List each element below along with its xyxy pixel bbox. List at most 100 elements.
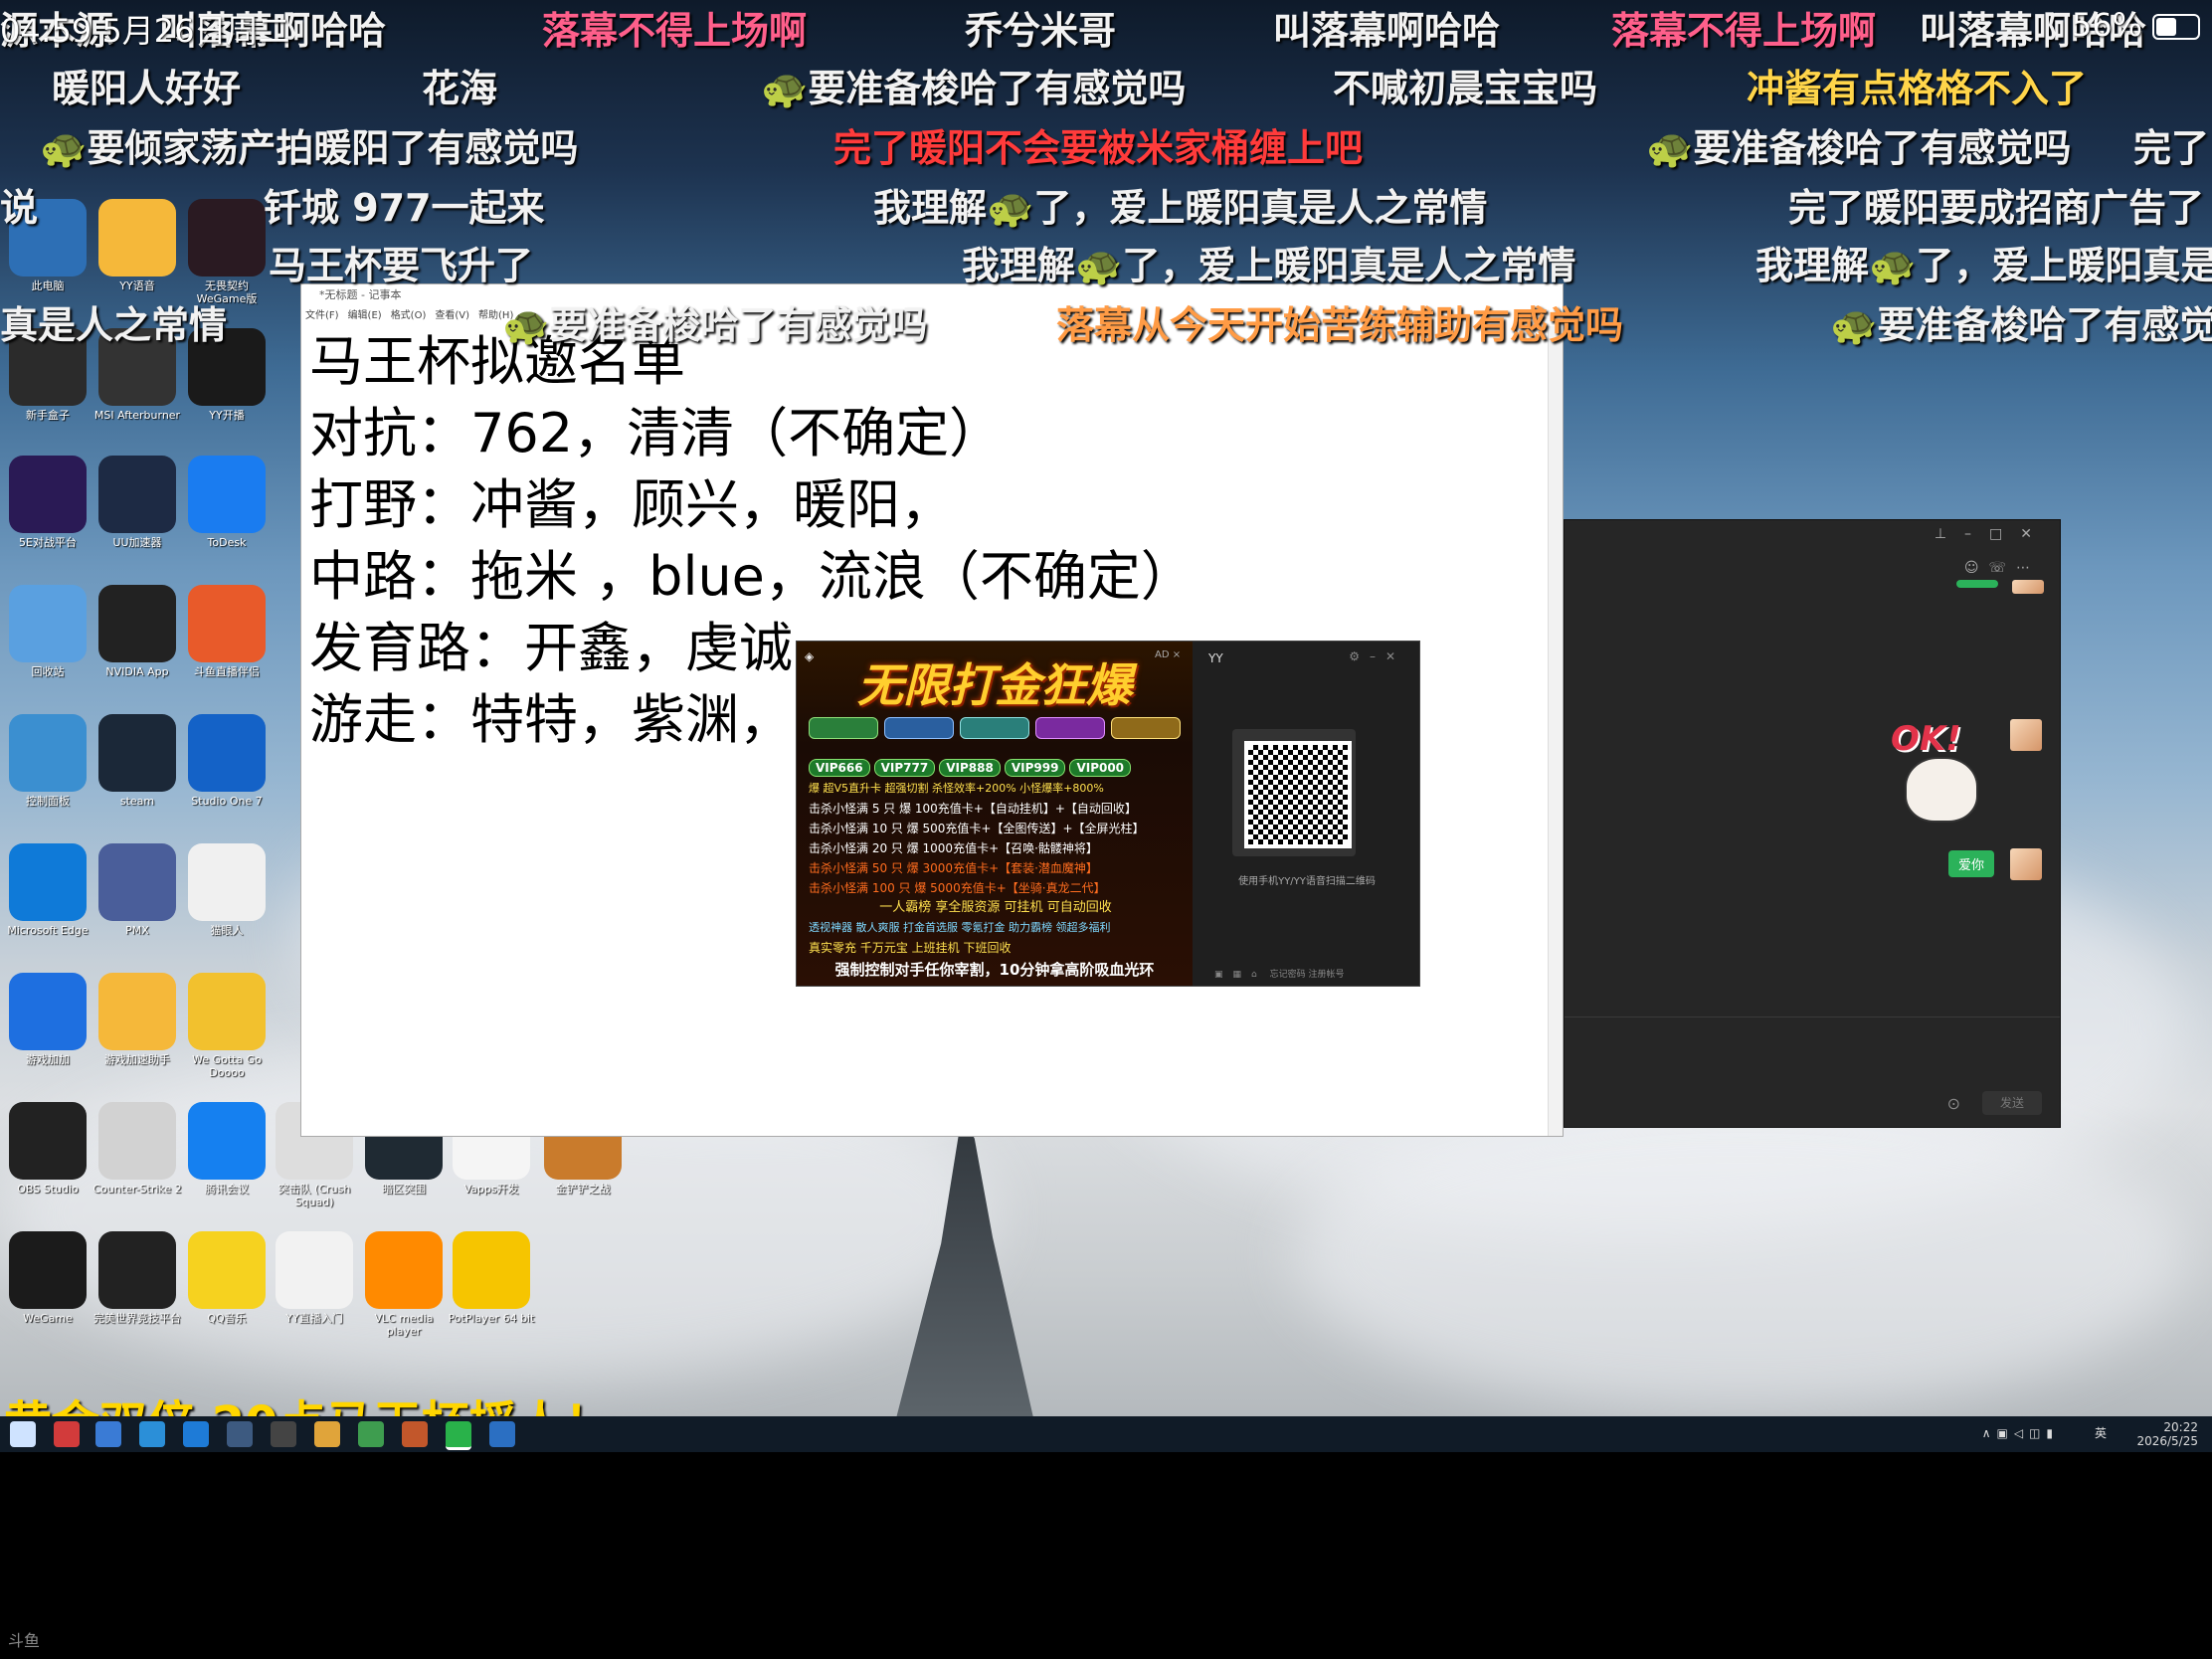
desktop-icon[interactable]: ToDesk xyxy=(181,456,273,562)
desktop-icon[interactable]: 新手盒子 xyxy=(2,328,93,435)
notepad-titlebar[interactable]: *无标题 - 记事本 xyxy=(301,284,1563,306)
chat-toolbar-icons[interactable]: ☺☏⋯ xyxy=(1964,560,2040,576)
taskbar-app-icon[interactable] xyxy=(271,1421,296,1447)
taskbar-app-icon[interactable] xyxy=(183,1421,209,1447)
notepad-scrollbar[interactable] xyxy=(1548,326,1563,1136)
ad-row: 击杀小怪满 100 只 爆 5000充值卡+【坐骑·真龙二代】 xyxy=(809,881,1106,895)
tray-date[interactable]: 2026/5/25 xyxy=(2136,1434,2198,1448)
yy-footer-text[interactable]: 忘记密码 注册帐号 xyxy=(1270,970,1345,980)
battery-percent: 56% xyxy=(2071,6,2142,44)
desktop-icon[interactable]: steam xyxy=(92,714,183,821)
app-icon xyxy=(365,1231,443,1309)
tray-icons[interactable]: ∧▣◁◫▮ xyxy=(1982,1426,2059,1440)
yy-window-controls[interactable]: ⚙–✕ xyxy=(1349,649,1405,663)
vip-tag: VIP666 xyxy=(809,759,870,777)
desktop-icon[interactable]: Studio One 7 xyxy=(181,714,273,821)
desktop-icon[interactable]: OBS Studio xyxy=(2,1102,93,1208)
notepad-menubar[interactable]: 文件(F) 编辑(E) 格式(O) 查看(V) 帮助(H) xyxy=(301,306,1563,326)
app-icon xyxy=(453,1231,530,1309)
chat-input-area[interactable]: ⊙ 发送 xyxy=(1565,1016,2060,1127)
desktop-icon-label: YY直播入门 xyxy=(285,1312,343,1325)
notepad-line: 马王杯拟邀名单 xyxy=(309,330,685,393)
desktop-icon[interactable]: 5E对战平台 xyxy=(2,456,93,562)
menu-view[interactable]: 查看(V) xyxy=(435,310,469,321)
taskbar-app-icon[interactable] xyxy=(95,1421,121,1447)
notepad-line: 打野：冲酱，顾兴，暖阳， xyxy=(309,473,954,536)
menu-edit[interactable]: 编辑(E) xyxy=(348,310,382,321)
desktop-icon-label: 新手盒子 xyxy=(26,409,70,422)
yy-footer-links[interactable]: ▣▦⌂ 忘记密码 注册帐号 xyxy=(1214,967,1344,980)
desktop-icon[interactable]: 完美世界竞技平台 xyxy=(92,1231,183,1338)
desktop-icon[interactable]: YY直播入门 xyxy=(269,1231,360,1338)
desktop-icon[interactable]: UU加速器 xyxy=(92,456,183,562)
desktop-icon-label: We Gotta Go Doooo xyxy=(192,1053,262,1079)
desktop-icon[interactable]: 猫眼人 xyxy=(181,843,273,950)
taskbar-app-icon[interactable] xyxy=(54,1421,80,1447)
taskbar-app-icon[interactable] xyxy=(139,1421,165,1447)
desktop-icon[interactable]: Microsoft Edge xyxy=(2,843,93,950)
desktop-icon-label: YY语音 xyxy=(119,279,155,292)
desktop-icon-label: 控制面板 xyxy=(26,795,70,808)
desktop-icon[interactable]: 斗鱼直播伴侣 xyxy=(181,585,273,691)
notepad-line: 对抗：762，清清（不确定） xyxy=(309,402,1004,464)
desktop-icon[interactable]: PotPlayer 64 bit xyxy=(446,1231,537,1338)
desktop-icon-label: 突击队 (Crush Squad) xyxy=(277,1183,351,1208)
app-icon xyxy=(98,843,176,921)
desktop-icon[interactable]: 回收站 xyxy=(2,585,93,691)
desktop-icon[interactable]: NVIDIA App xyxy=(92,585,183,691)
desktop-icon-label: 此电脑 xyxy=(31,279,65,292)
app-icon xyxy=(188,199,266,276)
desktop-icon-label: 游戏加加 xyxy=(26,1053,70,1066)
desktop-icon[interactable]: VLC media player xyxy=(358,1231,450,1338)
desktop-icon-label: NVIDIA App xyxy=(105,665,169,678)
desktop-icon[interactable]: QQ音乐 xyxy=(181,1231,273,1338)
desktop-icon-label: PMX xyxy=(125,924,149,937)
taskbar-app-icon[interactable] xyxy=(227,1421,253,1447)
start-icon[interactable] xyxy=(10,1421,36,1447)
desktop-icon[interactable]: 此电脑 xyxy=(2,199,93,305)
taskbar-app-icon[interactable] xyxy=(358,1421,384,1447)
taskbar-app-icon[interactable] xyxy=(446,1421,471,1450)
menu-file[interactable]: 文件(F) xyxy=(305,310,339,321)
desktop-icon-label: 暗区突围 xyxy=(382,1183,426,1196)
emoji-icon[interactable]: ⊙ xyxy=(1947,1094,1960,1113)
desktop-icon[interactable]: Counter-Strike 2 xyxy=(92,1102,183,1208)
menu-help[interactable]: 帮助(H) xyxy=(478,310,513,321)
desktop-icon[interactable]: 无畏契约 WeGame版 xyxy=(181,199,273,305)
menu-format[interactable]: 格式(O) xyxy=(391,310,427,321)
desktop-icon[interactable]: PMX xyxy=(92,843,183,950)
desktop-icon[interactable]: YY语音 xyxy=(92,199,183,305)
desktop-icon[interactable]: 控制面板 xyxy=(2,714,93,821)
desktop-icon-label: 猫眼人 xyxy=(210,924,244,937)
desktop-icon[interactable]: 腾讯会议 xyxy=(181,1102,273,1208)
app-icon xyxy=(9,456,87,533)
system-tray[interactable]: ∧▣◁◫▮ 英 20:22 2026/5/25 xyxy=(1982,1420,2198,1448)
desktop-icon[interactable]: We Gotta Go Doooo xyxy=(181,973,273,1079)
taskbar-app-icon[interactable] xyxy=(314,1421,340,1447)
ad-row: 一人霸榜 享全服资源 可挂机 可自动回收 xyxy=(879,900,1112,915)
desktop-icon[interactable]: WeGame xyxy=(2,1231,93,1338)
app-icon xyxy=(188,585,266,662)
desktop-icon-label: 金铲铲之战 xyxy=(555,1183,611,1196)
taskbar-app-icon[interactable] xyxy=(489,1421,515,1447)
desktop-icon-label: Microsoft Edge xyxy=(7,924,89,937)
desktop-icon[interactable]: 游戏加加 xyxy=(2,973,93,1079)
app-icon xyxy=(98,973,176,1050)
window-controls[interactable]: ⊥–□✕ xyxy=(1935,526,2050,542)
wechat-chat-window[interactable]: ⊥–□✕ ☺☏⋯ OK! 爱你 ⊙ 发送 xyxy=(1564,519,2061,1128)
ad-banner[interactable]: ◈ AD × 无限打金狂爆 VIP666 VIP777 VIP888 VIP999 VI… xyxy=(797,642,1193,986)
danmaku-comment: 花海 xyxy=(422,67,498,110)
danmaku-comment: 我理解🐢了，爱上暖阳真是人之常情 xyxy=(962,244,1576,287)
yy-ad-popup[interactable]: ◈ AD × 无限打金狂爆 VIP666 VIP777 VIP888 VIP999 VI… xyxy=(796,641,1420,987)
ime-indicator[interactable]: 英 xyxy=(2095,1426,2107,1440)
desktop-icon[interactable]: 游戏加速助手 xyxy=(92,973,183,1079)
login-method-icons[interactable]: ▣▦⌂ xyxy=(1214,970,1267,980)
desktop-icon[interactable]: YY开播 xyxy=(181,328,273,435)
qr-code-panel[interactable] xyxy=(1232,729,1356,856)
danmaku-comment: 不喊初晨宝宝吗 xyxy=(1333,67,1598,110)
send-button[interactable]: 发送 xyxy=(1982,1091,2042,1115)
tray-time[interactable]: 20:22 xyxy=(2136,1420,2198,1434)
desktop-icon[interactable]: MSI Afterburner xyxy=(92,328,183,435)
danmaku-comment: 🐢要准备梭哈了有感觉吗 xyxy=(761,67,1187,110)
taskbar-app-icon[interactable] xyxy=(402,1421,428,1447)
